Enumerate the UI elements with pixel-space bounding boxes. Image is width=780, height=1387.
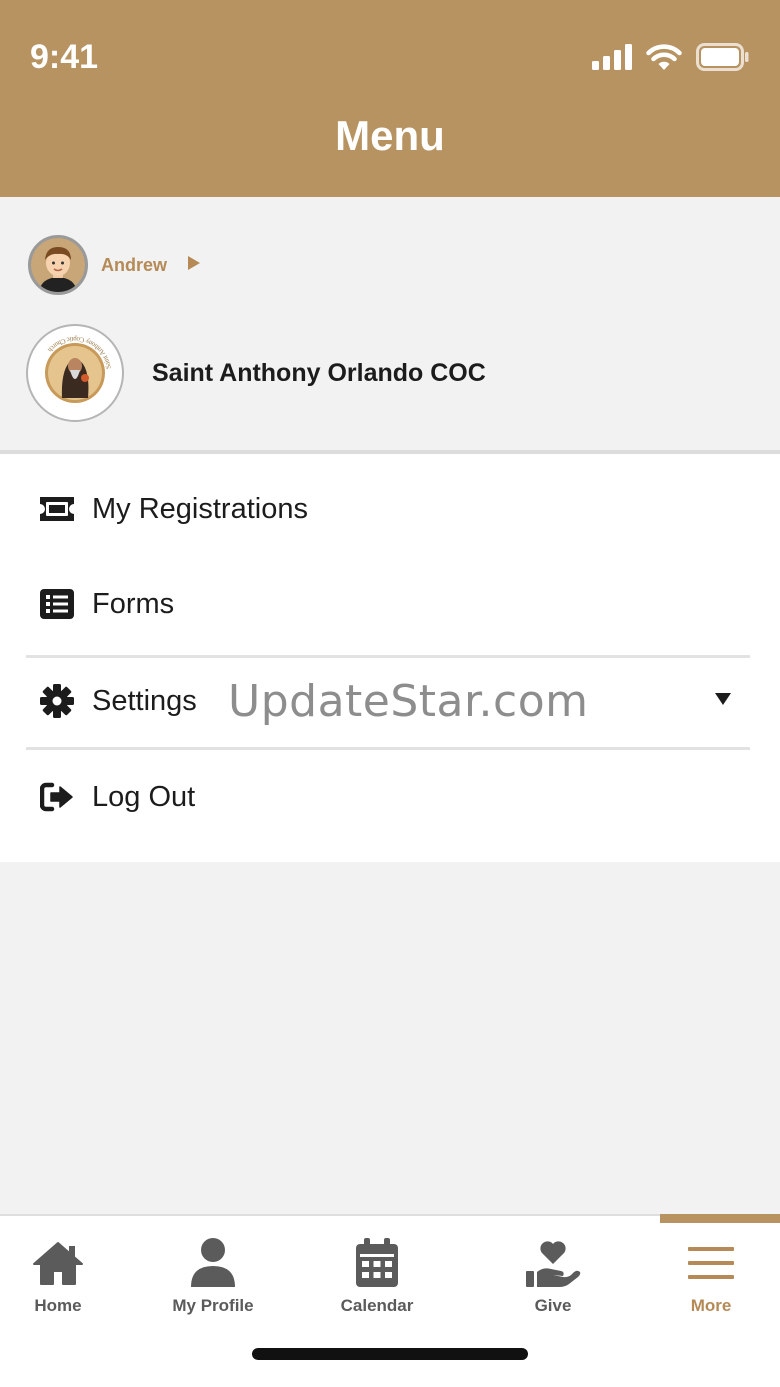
- tab-more[interactable]: More: [660, 1216, 762, 1326]
- list-icon: [38, 585, 76, 623]
- menu-item-forms[interactable]: Forms: [0, 559, 780, 649]
- tab-home[interactable]: Home: [0, 1216, 116, 1326]
- menu-item-settings[interactable]: Settings UpdateStar.com: [0, 656, 780, 746]
- tab-label: Give: [534, 1296, 572, 1315]
- tab-my-profile[interactable]: My Profile: [152, 1216, 274, 1326]
- avatar: [28, 235, 88, 295]
- ticket-icon: [38, 490, 76, 528]
- home-indicator[interactable]: [252, 1348, 528, 1360]
- tab-label: Calendar: [340, 1296, 414, 1315]
- app-header: 9:41 Menu: [0, 0, 780, 197]
- menu-item-label: My Registrations: [92, 492, 308, 525]
- church-name: Saint Anthony Orlando COC: [152, 358, 486, 387]
- caret-down-icon[interactable]: [714, 692, 732, 711]
- watermark: UpdateStar.com: [228, 675, 589, 727]
- tab-label: More: [690, 1296, 732, 1315]
- calendar-icon: [355, 1236, 399, 1290]
- wifi-icon: [646, 43, 682, 75]
- cellular-signal-icon: [592, 43, 632, 75]
- user-name: Andrew: [101, 254, 168, 275]
- menu-item-log-out[interactable]: Log Out: [0, 752, 780, 842]
- user-profile-link[interactable]: Andrew: [28, 235, 201, 295]
- page-title: Menu: [335, 112, 445, 159]
- menu-divider: [26, 747, 750, 750]
- sign-out-icon: [38, 778, 76, 816]
- hand-heart-icon: [525, 1236, 581, 1290]
- play-arrow-icon: [187, 255, 201, 276]
- church-row: Saint Anthony Coptic Church Saint Anthon…: [26, 324, 486, 422]
- battery-icon: [696, 42, 750, 76]
- menu-item-my-registrations[interactable]: My Registrations: [0, 464, 780, 554]
- active-tab-indicator: [660, 1214, 780, 1223]
- tab-label: My Profile: [172, 1296, 254, 1315]
- tab-label: Home: [34, 1296, 82, 1315]
- menu-item-label: Forms: [92, 587, 175, 620]
- status-time: 9:41: [30, 38, 99, 76]
- tab-calendar[interactable]: Calendar: [318, 1216, 436, 1326]
- tab-give[interactable]: Give: [500, 1216, 606, 1326]
- profile-section: Andrew Saint Anthony Coptic Church Saint…: [0, 197, 780, 453]
- menu-item-label: Settings: [92, 684, 197, 717]
- menu-list: My Registrations Forms Settings UpdateSt…: [0, 454, 780, 862]
- user-icon: [190, 1236, 236, 1290]
- gear-icon: [38, 682, 76, 720]
- status-icons: [592, 42, 750, 76]
- tab-bar: Home My Profile Calendar Give More: [0, 1214, 780, 1387]
- hamburger-menu-icon: [688, 1236, 734, 1290]
- menu-item-label: Log Out: [92, 780, 196, 813]
- home-icon: [32, 1236, 84, 1290]
- church-logo: Saint Anthony Coptic Church: [26, 324, 124, 422]
